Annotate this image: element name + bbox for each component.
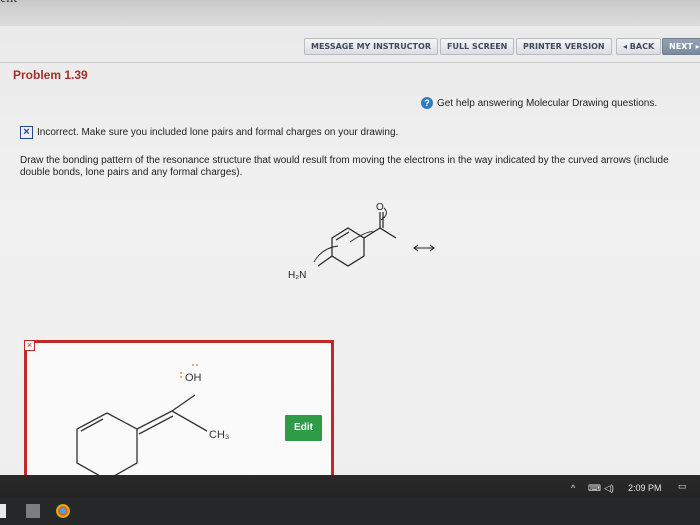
- back-button[interactable]: ◂ BACK: [616, 38, 662, 55]
- ring-double-bond: [335, 231, 350, 241]
- incorrect-icon: ×: [20, 126, 33, 139]
- hydroxyl-bond: [171, 394, 196, 412]
- volume-icon[interactable]: ◁): [604, 483, 614, 494]
- ring-polygon: [331, 227, 365, 267]
- browser-screen: ent MESSAGE MY INSTRUCTOR FULL SCREEN PR…: [0, 0, 700, 525]
- next-button[interactable]: NEXT ▸: [662, 38, 700, 55]
- cut-off-text: ent: [0, 0, 17, 7]
- full-screen-button[interactable]: FULL SCREEN: [440, 38, 515, 55]
- methyl-bond: [379, 227, 397, 239]
- reaction-structure: O H₂N: [288, 202, 435, 281]
- ch3-label: CH₃: [209, 429, 229, 441]
- message-instructor-button[interactable]: MESSAGE MY INSTRUCTOR: [304, 38, 438, 55]
- printer-version-button[interactable]: PRINTER VERSION: [516, 38, 612, 55]
- oxygen-label: O: [376, 202, 384, 213]
- problem-title: Problem 1.39: [13, 68, 88, 82]
- amine-label: H₂N: [288, 270, 306, 281]
- answer-ring: [76, 412, 138, 481]
- question-mark-icon: ?: [421, 97, 433, 109]
- show-hidden-icons-chevron[interactable]: ^: [571, 483, 575, 493]
- amine-bond: [317, 255, 333, 267]
- question-text: Draw the bonding pattern of the resonanc…: [20, 155, 669, 178]
- previous-page-strip: ent: [0, 0, 700, 26]
- feedback-message: × Incorrect. Make sure you included lone…: [20, 126, 398, 139]
- start-edge[interactable]: [0, 504, 6, 518]
- help-text[interactable]: Get help answering Molecular Drawing que…: [437, 98, 657, 109]
- clock[interactable]: 2:09 PM: [628, 483, 662, 493]
- answer-methyl-bond: [171, 410, 208, 432]
- chrome-icon[interactable]: [56, 504, 70, 518]
- feedback-text: Incorrect. Make sure you included lone p…: [37, 127, 399, 138]
- notification-icon[interactable]: ▭: [678, 481, 687, 492]
- toolbar: MESSAGE MY INSTRUCTOR FULL SCREEN PRINTE…: [0, 26, 700, 64]
- answer-drawing-box[interactable]: × OH CH₃ HN Edit: [24, 340, 334, 488]
- reactant-ring: [317, 212, 397, 267]
- oh-label: OH: [185, 372, 202, 384]
- taskbar-app-row: [0, 498, 700, 525]
- network-icon[interactable]: ⌨: [588, 483, 601, 494]
- toolbar-divider: [0, 62, 700, 63]
- help-link[interactable]: ? Get help answering Molecular Drawing qu…: [421, 97, 657, 109]
- file-explorer-icon[interactable]: [26, 504, 40, 518]
- edit-button[interactable]: Edit: [285, 415, 322, 441]
